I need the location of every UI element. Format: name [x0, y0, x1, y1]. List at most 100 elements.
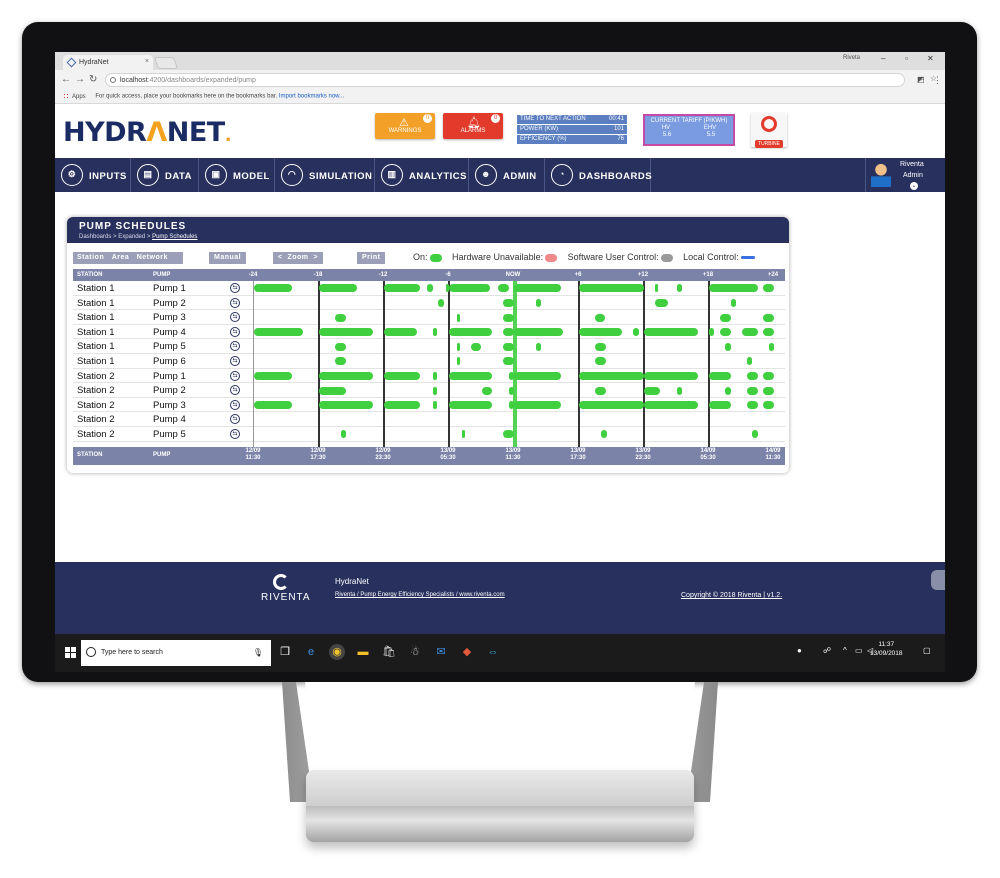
on-interval-bar[interactable] — [763, 284, 774, 293]
on-interval-bar[interactable] — [514, 371, 561, 380]
on-interval-bar[interactable] — [535, 298, 542, 307]
on-interval-bar[interactable] — [438, 298, 444, 307]
on-interval-bar[interactable] — [335, 342, 347, 351]
window-close-icon[interactable]: ✕ — [927, 54, 934, 63]
on-interval-bar[interactable] — [595, 313, 605, 322]
on-interval-bar[interactable] — [497, 284, 509, 293]
on-interval-bar[interactable] — [254, 401, 292, 410]
nav-admin[interactable]: ☻ ADMIN — [469, 158, 545, 192]
on-interval-bar[interactable] — [763, 371, 774, 380]
microphone-icon[interactable]: 🎙︎ — [253, 648, 263, 657]
on-interval-bar[interactable] — [595, 342, 607, 351]
on-interval-bar[interactable] — [254, 284, 292, 293]
on-interval-bar[interactable] — [579, 401, 644, 410]
on-interval-bar[interactable] — [449, 371, 493, 380]
on-interval-bar[interactable] — [654, 284, 659, 293]
on-interval-bar[interactable] — [709, 401, 731, 410]
on-interval-bar[interactable] — [384, 401, 420, 410]
tab-close-icon[interactable]: × — [145, 58, 149, 65]
profile-badge[interactable]: Riveta — [843, 55, 860, 61]
on-interval-bar[interactable] — [508, 386, 514, 395]
forward-arrow-icon[interactable]: → — [75, 74, 85, 86]
on-interval-bar[interactable] — [319, 328, 374, 337]
on-interval-bar[interactable] — [449, 328, 493, 337]
on-interval-bar[interactable] — [254, 371, 292, 380]
on-interval-bar[interactable] — [595, 386, 607, 395]
on-interval-bar[interactable] — [579, 328, 623, 337]
on-interval-bar[interactable] — [456, 342, 460, 351]
on-interval-bar[interactable] — [730, 298, 737, 307]
breadcrumb-current[interactable]: Pump Schedules — [152, 234, 197, 240]
on-interval-bar[interactable] — [384, 284, 420, 293]
people-icon[interactable]: ☃ — [407, 644, 423, 660]
on-interval-bar[interactable] — [427, 284, 433, 293]
on-interval-bar[interactable] — [676, 284, 682, 293]
tray-expand-icon[interactable]: ^ — [843, 646, 847, 655]
on-interval-bar[interactable] — [644, 401, 699, 410]
nav-inputs[interactable]: ⚙ INPUTS — [55, 158, 131, 192]
on-interval-bar[interactable] — [319, 401, 374, 410]
on-interval-bar[interactable] — [319, 371, 374, 380]
on-interval-bar[interactable] — [709, 328, 715, 337]
on-interval-bar[interactable] — [579, 371, 644, 380]
file-explorer-icon[interactable]: ▬ — [355, 644, 371, 660]
on-interval-bar[interactable] — [514, 284, 561, 293]
windows-start-icon[interactable] — [65, 647, 76, 658]
on-interval-bar[interactable] — [595, 357, 607, 366]
on-interval-bar[interactable] — [514, 328, 563, 337]
import-bookmarks-link[interactable]: Import bookmarks now... — [279, 94, 344, 100]
row-control-icon[interactable]: ⇆ — [230, 399, 240, 410]
on-interval-bar[interactable] — [709, 371, 731, 380]
on-interval-bar[interactable] — [746, 401, 758, 410]
row-control-icon[interactable]: ⇆ — [230, 356, 240, 366]
on-interval-bar[interactable] — [763, 386, 774, 395]
on-interval-bar[interactable] — [254, 328, 303, 337]
row-control-icon[interactable]: ⇆ — [230, 312, 240, 323]
station-toggle[interactable]: Station — [77, 254, 104, 261]
people-tray-icon[interactable]: ☍ — [823, 646, 831, 655]
row-control-icon[interactable]: ⇆ — [230, 429, 240, 439]
on-interval-bar[interactable] — [503, 328, 514, 337]
on-interval-bar[interactable] — [719, 313, 731, 322]
nav-data[interactable]: ▤ DATA — [131, 158, 199, 192]
on-interval-bar[interactable] — [319, 386, 347, 395]
info-icon[interactable] — [110, 77, 116, 83]
network-icon[interactable]: ▭ — [855, 646, 863, 655]
on-interval-bar[interactable] — [503, 313, 514, 322]
reload-icon[interactable]: ↻ — [89, 74, 97, 86]
mail-icon[interactable]: ✉ — [433, 644, 449, 660]
teamviewer-icon[interactable]: ⇔ — [485, 644, 501, 660]
on-interval-bar[interactable] — [432, 328, 438, 337]
zoom-button[interactable]: < Zoom > — [273, 252, 324, 264]
turbine-button[interactable]: TURBINE — [751, 113, 787, 148]
footer-link[interactable]: Riventa / Pump Energy Efficiency Special… — [335, 592, 505, 598]
maximize-icon[interactable]: ▫ — [905, 54, 908, 63]
on-interval-bar[interactable] — [644, 328, 699, 337]
on-interval-bar[interactable] — [644, 386, 661, 395]
url-field[interactable]: localhost:4200/dashboards/expanded/pump — [105, 73, 905, 87]
on-interval-bar[interactable] — [725, 342, 731, 351]
row-control-icon[interactable]: ⇆ — [230, 283, 240, 293]
on-interval-bar[interactable] — [676, 386, 682, 395]
on-interval-bar[interactable] — [741, 328, 758, 337]
row-control-icon[interactable]: ⇆ — [230, 341, 240, 352]
on-interval-bar[interactable] — [746, 386, 758, 395]
print-button[interactable]: Print — [357, 252, 386, 264]
alarms-button[interactable]: 🔔︎ 0 ALARMS — [443, 113, 503, 139]
on-interval-bar[interactable] — [514, 401, 561, 410]
hydranet-logo[interactable]: HYDRΛNET. — [63, 117, 232, 148]
on-interval-bar[interactable] — [644, 371, 699, 380]
on-interval-bar[interactable] — [335, 357, 347, 366]
taskbar-search-input[interactable]: Type here to search 🎙︎ — [81, 640, 271, 666]
on-interval-bar[interactable] — [633, 328, 639, 337]
on-interval-bar[interactable] — [384, 371, 420, 380]
warnings-button[interactable]: ⚠ 0 WARNINGS — [375, 113, 435, 139]
apps-grid-icon[interactable] — [63, 93, 69, 99]
browser-tab[interactable]: HydraNet × — [63, 55, 153, 70]
chevron-down-icon[interactable]: ⌄ — [910, 182, 918, 190]
on-interval-bar[interactable] — [432, 401, 438, 410]
on-interval-bar[interactable] — [763, 328, 774, 337]
on-interval-bar[interactable] — [719, 328, 731, 337]
tray-app-icon[interactable]: ● — [797, 646, 802, 655]
on-interval-bar[interactable] — [470, 342, 482, 351]
